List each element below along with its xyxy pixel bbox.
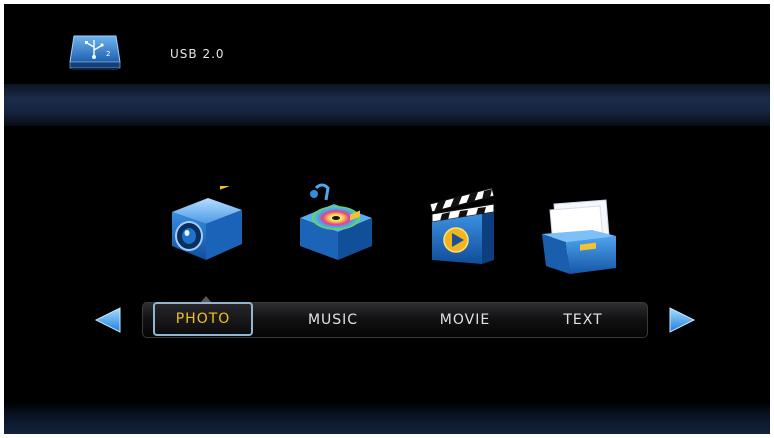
camera-icon[interactable]	[164, 179, 248, 270]
arrow-left-icon[interactable]	[94, 306, 122, 334]
media-category-menu: PHOTO MUSIC MOVIE TEXT	[142, 302, 648, 338]
music-player-icon[interactable]	[292, 180, 376, 264]
tab-music[interactable]: MUSIC	[283, 303, 383, 337]
svg-text:2: 2	[106, 50, 110, 58]
tab-photo[interactable]: PHOTO	[153, 302, 253, 336]
source-label: USB 2.0	[170, 47, 225, 61]
arrow-right-icon[interactable]	[668, 306, 696, 334]
footer-band	[4, 402, 770, 434]
header-band	[4, 84, 770, 126]
tab-text[interactable]: TEXT	[533, 303, 633, 337]
tab-movie[interactable]: MOVIE	[415, 303, 515, 337]
usb-drive-icon: 2	[68, 32, 122, 72]
document-folder-icon[interactable]	[536, 194, 620, 278]
media-player-screen: 2 USB 2.0 PHOTO MUSIC MOVIE TEXT	[4, 4, 770, 434]
clapperboard-icon[interactable]	[418, 184, 502, 268]
